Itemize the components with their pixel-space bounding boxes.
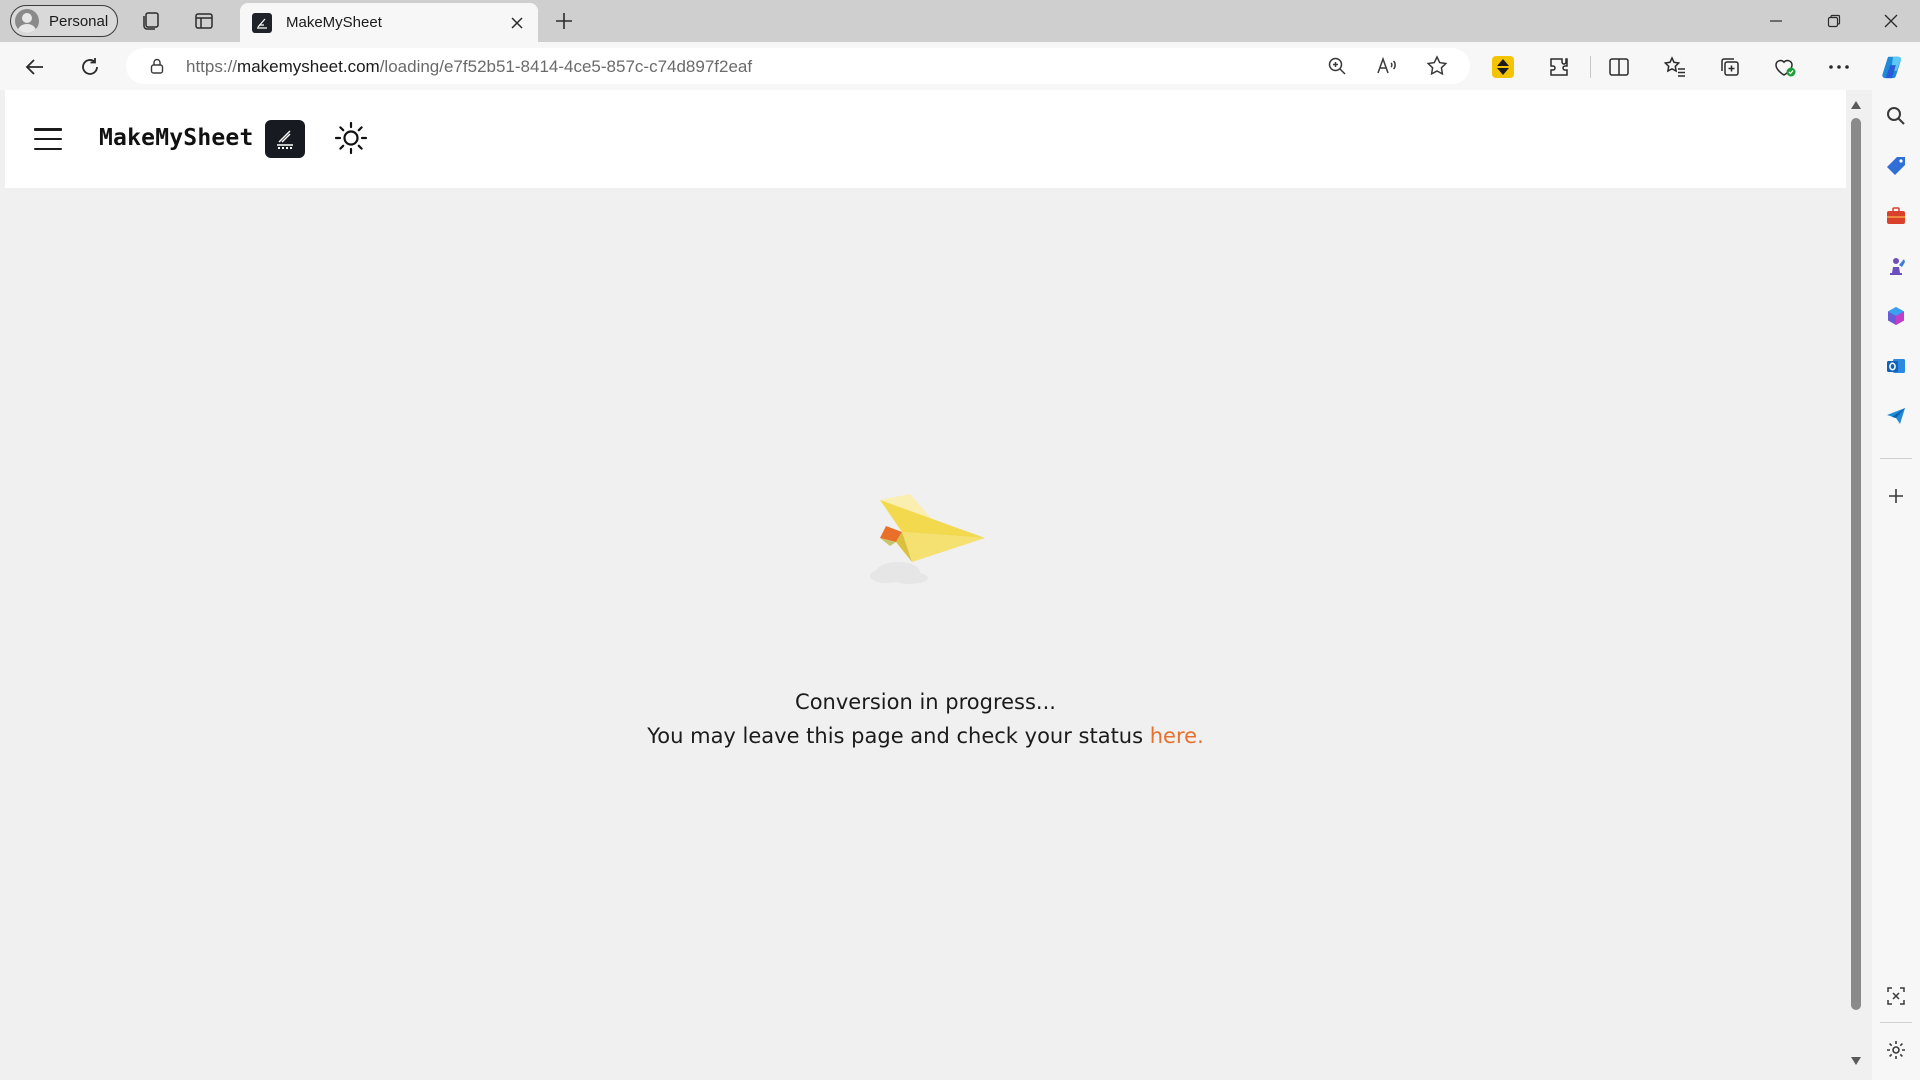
sidebar-send-icon[interactable] — [1884, 404, 1908, 428]
sidebar-screenshot-icon[interactable] — [1884, 984, 1908, 1008]
workspaces-icon[interactable] — [139, 9, 163, 33]
paper-plane-loader-icon — [850, 490, 990, 590]
tab-makemysheet[interactable]: MakeMySheet — [240, 3, 538, 42]
vertical-tabs-icon[interactable] — [192, 9, 216, 33]
favorites-icon[interactable] — [1662, 54, 1688, 80]
browser-tab-bar: Personal MakeMySheet — [0, 0, 1920, 42]
split-screen-icon[interactable] — [1606, 54, 1632, 80]
sidebar-shopping-tag-icon[interactable] — [1884, 154, 1908, 178]
edge-sidebar — [1872, 90, 1920, 1080]
copilot-icon[interactable] — [1880, 54, 1906, 80]
sidebar-games-chess-icon[interactable] — [1884, 254, 1908, 278]
theme-toggle-sun-icon[interactable] — [331, 118, 371, 158]
extension-honey-icon[interactable] — [1490, 54, 1516, 80]
status-instructions: You may leave this page and check your s… — [5, 724, 1846, 748]
page-content: MakeMySheet Conversion in progress... Yo… — [5, 90, 1846, 1080]
check-status-link[interactable]: here. — [1150, 724, 1204, 748]
brand-name[interactable]: MakeMySheet — [99, 125, 254, 151]
url-path: /loading/e7f52b51-8414-4ce5-857c-c74d897… — [379, 57, 753, 76]
brand-logo-icon[interactable] — [265, 120, 305, 158]
sidebar-search-icon[interactable] — [1884, 104, 1908, 128]
page-scrollbar[interactable] — [1846, 90, 1866, 1080]
sidebar-tools-briefcase-icon[interactable] — [1884, 204, 1908, 228]
sidebar-divider-bottom — [1880, 1022, 1912, 1023]
profile-button[interactable]: Personal — [10, 5, 118, 37]
url-prefix: https:// — [186, 57, 238, 76]
extensions-puzzle-icon[interactable] — [1546, 54, 1572, 80]
scroll-up-arrow-icon[interactable] — [1850, 98, 1862, 110]
sidebar-settings-gear-icon[interactable] — [1884, 1038, 1908, 1062]
status-instructions-text: You may leave this page and check your s… — [647, 724, 1150, 748]
toolbar-divider — [1590, 56, 1591, 78]
menu-icon[interactable] — [34, 128, 62, 150]
url-host: makemysheet.com — [237, 57, 380, 76]
minimize-icon[interactable] — [1764, 9, 1788, 33]
sidebar-outlook-icon[interactable] — [1884, 354, 1908, 378]
close-window-icon[interactable] — [1879, 9, 1903, 33]
url-text[interactable]: https://makemysheet.com/loading/e7f52b51… — [186, 57, 752, 77]
favorite-star-icon[interactable] — [1426, 55, 1448, 77]
close-tab-icon[interactable] — [506, 12, 528, 34]
scroll-down-arrow-icon[interactable] — [1850, 1054, 1862, 1066]
conversion-status-text: Conversion in progress... — [795, 690, 1056, 714]
restore-icon[interactable] — [1822, 9, 1846, 33]
profile-label: Personal — [49, 12, 109, 30]
address-bar[interactable]: https://makemysheet.com/loading/e7f52b51… — [126, 48, 1470, 84]
sidebar-add-icon[interactable] — [1884, 484, 1908, 508]
lock-icon[interactable] — [148, 57, 166, 75]
browser-essentials-icon[interactable] — [1772, 54, 1798, 80]
collections-icon[interactable] — [1717, 54, 1743, 80]
back-icon[interactable] — [22, 54, 48, 80]
zoom-icon[interactable] — [1326, 55, 1348, 77]
sidebar-divider — [1880, 458, 1912, 459]
scroll-thumb[interactable] — [1851, 118, 1861, 1010]
sidebar-microsoft365-icon[interactable] — [1884, 304, 1908, 328]
new-tab-icon[interactable] — [552, 9, 576, 33]
more-options-icon[interactable] — [1826, 54, 1852, 80]
site-header: MakeMySheet — [5, 90, 1846, 188]
profile-avatar-icon — [15, 9, 39, 33]
refresh-icon[interactable] — [77, 54, 103, 80]
site-favicon-icon — [252, 12, 272, 33]
tab-title: MakeMySheet — [286, 14, 382, 31]
read-aloud-icon[interactable] — [1376, 55, 1398, 77]
browser-toolbar: https://makemysheet.com/loading/e7f52b51… — [0, 42, 1920, 90]
